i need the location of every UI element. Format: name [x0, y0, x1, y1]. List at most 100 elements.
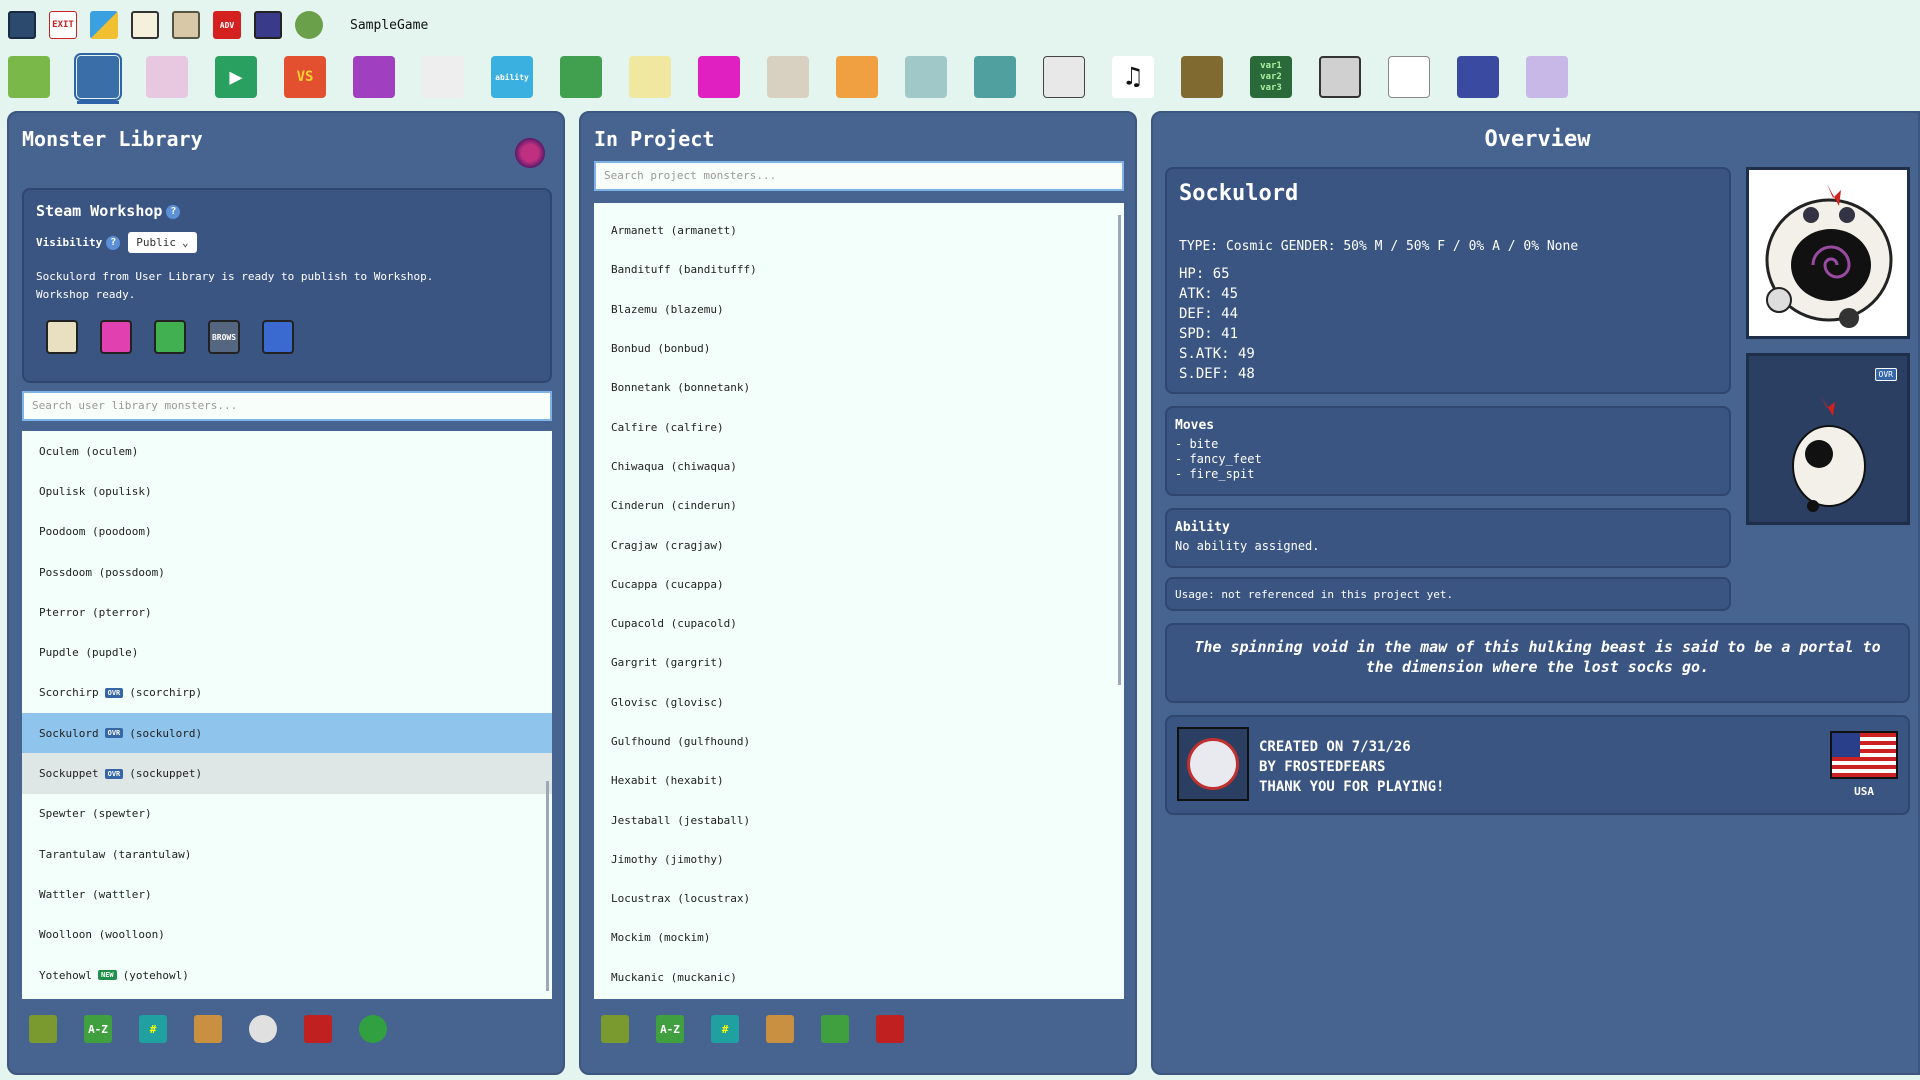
- list-item[interactable]: Spewter (spewter): [22, 794, 552, 834]
- list-item[interactable]: Bandituff (banditufff): [594, 250, 1124, 289]
- monster-tool-icon[interactable]: [74, 53, 122, 104]
- edit-icon[interactable]: [90, 11, 118, 39]
- visibility-value: Public: [136, 236, 176, 249]
- list-item[interactable]: Armanett (armanett): [594, 211, 1124, 250]
- list-item[interactable]: Calfire (calfire): [594, 407, 1124, 446]
- trainer-tool-icon[interactable]: [698, 56, 740, 98]
- list-item[interactable]: Jestaball (jestaball): [594, 800, 1124, 839]
- in-project-panel: In Project Search project monsters... Ar…: [579, 111, 1137, 1075]
- wrench-tool-icon[interactable]: [836, 56, 878, 98]
- number-sort-icon[interactable]: #: [139, 1015, 167, 1043]
- skull-icon: [1187, 738, 1239, 790]
- list-item[interactable]: Mockim (mockim): [594, 918, 1124, 957]
- skull-icon[interactable]: [249, 1015, 277, 1043]
- fire-tool-icon[interactable]: [353, 56, 395, 98]
- ability-tool-icon[interactable]: ability: [491, 56, 533, 98]
- egg-tool-icon[interactable]: [146, 56, 188, 98]
- import-icon[interactable]: [766, 1015, 794, 1043]
- steam-blue-icon[interactable]: [262, 320, 294, 354]
- potion-tool-icon[interactable]: [629, 56, 671, 98]
- vs-tool-icon[interactable]: VS: [284, 56, 326, 98]
- item-tool-icon[interactable]: [560, 56, 602, 98]
- monster-id: (poodoom): [91, 525, 152, 539]
- delete-icon[interactable]: [304, 1015, 332, 1043]
- random-sort-icon[interactable]: [601, 1015, 629, 1043]
- npc-tool-icon[interactable]: [767, 56, 809, 98]
- list-item[interactable]: Woolloon (woolloon): [22, 915, 552, 955]
- list-item[interactable]: Yotehowl NEW (yotehowl): [22, 955, 552, 995]
- list-item[interactable]: Muckanic (muckanic): [594, 958, 1124, 997]
- visibility-select[interactable]: Public ⌄: [128, 232, 197, 253]
- list-item[interactable]: Poodoom (poodoom): [22, 512, 552, 552]
- list-item[interactable]: Jimothy (jimothy): [594, 840, 1124, 879]
- import-icon[interactable]: [194, 1015, 222, 1043]
- save-icon[interactable]: [8, 11, 36, 39]
- add-icon[interactable]: [821, 1015, 849, 1043]
- list-item[interactable]: Gargrit (gargrit): [594, 643, 1124, 682]
- list-item[interactable]: Cragjaw (cragjaw): [594, 525, 1124, 564]
- az-sort-icon[interactable]: A-Z: [656, 1015, 684, 1043]
- list-item[interactable]: Opulisk (opulisk): [22, 471, 552, 511]
- library-scrollbar[interactable]: [546, 781, 549, 991]
- help-icon[interactable]: ?: [106, 235, 121, 250]
- list-item[interactable]: Locustrax (locustrax): [594, 879, 1124, 918]
- az-sort-icon[interactable]: A-Z: [84, 1015, 112, 1043]
- list-item[interactable]: Pupdle (pupdle): [22, 632, 552, 672]
- random-sort-icon[interactable]: [29, 1015, 57, 1043]
- list-item[interactable]: Cucappa (cucappa): [594, 565, 1124, 604]
- list-item[interactable]: Possdoom (possdoom): [22, 552, 552, 592]
- monster-name: Pupdle: [39, 646, 79, 660]
- monster-id: (woolloon): [98, 928, 165, 942]
- steam-pink-icon[interactable]: [100, 320, 132, 354]
- play-tool-icon[interactable]: ▶: [215, 56, 257, 98]
- list-item[interactable]: Cupacold (cupacold): [594, 604, 1124, 643]
- art-tool-icon[interactable]: [1181, 56, 1223, 98]
- library-search-input[interactable]: Search user library monsters...: [22, 391, 552, 421]
- list-item[interactable]: Chiwaqua (chiwaqua): [594, 447, 1124, 486]
- list-item[interactable]: Sockuppet OVR (sockuppet): [22, 753, 552, 794]
- monster-id: (sockulord): [129, 726, 203, 740]
- new-badge: NEW: [97, 970, 117, 980]
- plugin-tool-icon[interactable]: [1526, 56, 1568, 98]
- variables-tool-icon[interactable]: var1 var2 var3: [1250, 56, 1292, 98]
- exit-icon[interactable]: EXIT: [49, 11, 77, 39]
- dialogue-tool-icon[interactable]: [1388, 56, 1430, 98]
- stat-hp: HP: 65: [1179, 266, 1230, 282]
- adv-chat-icon[interactable]: ADV: [213, 11, 241, 39]
- music-tool-icon[interactable]: ♫: [1112, 56, 1154, 98]
- animation-tool-icon[interactable]: [422, 56, 464, 98]
- hierarchy-icon[interactable]: [254, 11, 282, 39]
- puzzle-icon[interactable]: [172, 11, 200, 39]
- list-item[interactable]: Tarantulaw (tarantulaw): [22, 834, 552, 874]
- list-item[interactable]: Glovisc (glovisc): [594, 683, 1124, 722]
- settings-panel-icon[interactable]: [131, 11, 159, 39]
- list-item[interactable]: Wattler (wattler): [22, 874, 552, 914]
- terrain-tool-icon[interactable]: [905, 56, 947, 98]
- list-item[interactable]: Sockulord OVR (sockulord): [22, 713, 552, 754]
- list-item[interactable]: Oculem (oculem): [22, 431, 552, 471]
- project-scrollbar[interactable]: [1118, 215, 1121, 685]
- building-tool-icon[interactable]: [974, 56, 1016, 98]
- game-name: SampleGame: [350, 17, 429, 33]
- steam-green-icon[interactable]: [154, 320, 186, 354]
- list-item[interactable]: Hexabit (hexabit): [594, 761, 1124, 800]
- save-icon[interactable]: [46, 320, 78, 354]
- list-item[interactable]: Blazemu (blazemu): [594, 290, 1124, 329]
- refresh-icon[interactable]: [359, 1015, 387, 1043]
- list-item[interactable]: Cinderun (cinderun): [594, 486, 1124, 525]
- help-icon[interactable]: ?: [166, 204, 181, 219]
- map-tool-icon[interactable]: [8, 56, 50, 98]
- list-item[interactable]: Bonbud (bonbud): [594, 329, 1124, 368]
- screen-tool-icon[interactable]: [1319, 56, 1361, 98]
- list-item[interactable]: Pterror (pterror): [22, 592, 552, 632]
- list-item[interactable]: Bonnetank (bonnetank): [594, 368, 1124, 407]
- delete-icon[interactable]: [876, 1015, 904, 1043]
- project-search-input[interactable]: Search project monsters...: [594, 161, 1124, 191]
- monster-id: (yotehowl): [122, 968, 189, 982]
- browse-icon[interactable]: BROWS: [208, 320, 240, 354]
- type-chart-tool-icon[interactable]: [1457, 56, 1499, 98]
- number-sort-icon[interactable]: #: [711, 1015, 739, 1043]
- script-tool-icon[interactable]: [1043, 56, 1085, 98]
- list-item[interactable]: Scorchirp OVR (scorchirp): [22, 673, 552, 713]
- list-item[interactable]: Gulfhound (gulfhound): [594, 722, 1124, 761]
